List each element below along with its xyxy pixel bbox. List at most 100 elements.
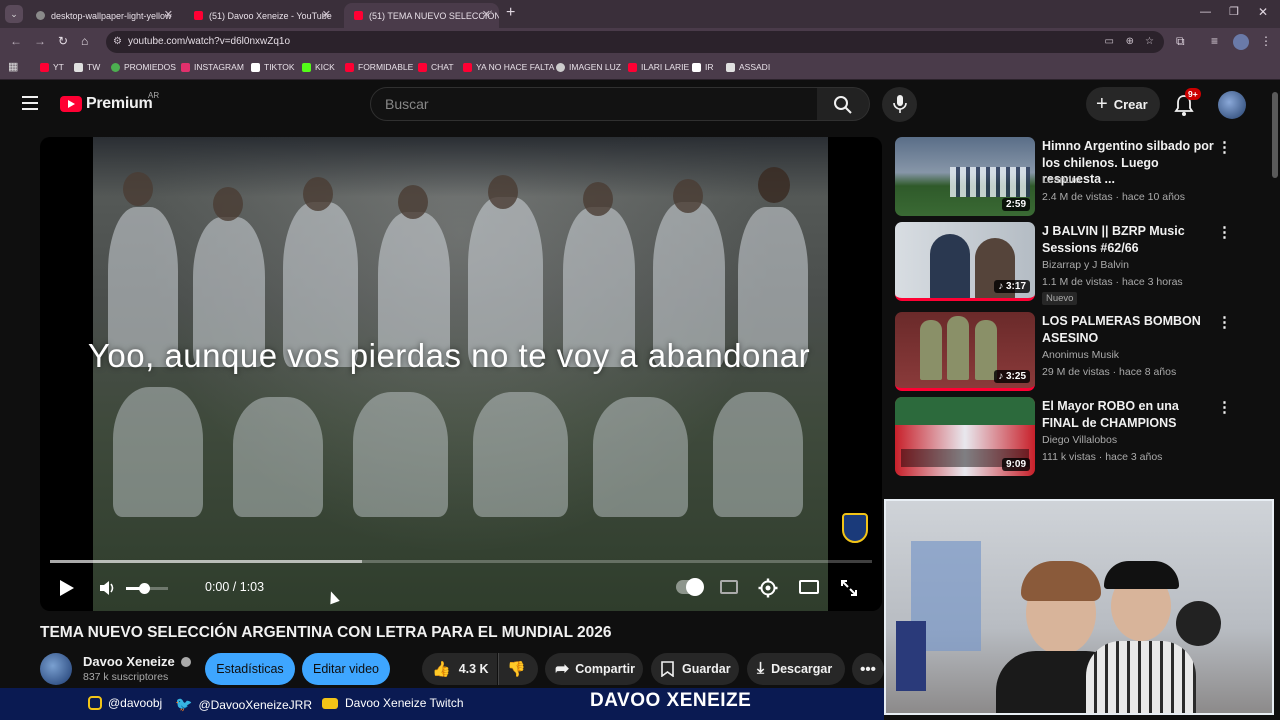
duration-badge: ♪ 3:25 xyxy=(994,370,1030,383)
minimize-icon[interactable]: — xyxy=(1200,6,1211,18)
voice-search-button[interactable] xyxy=(882,87,917,122)
recommended-video[interactable]: ♪ 3:25 LOS PALMERAS BOMBON ASESINO Anoni… xyxy=(895,312,1265,392)
tab-youtube-video[interactable]: (51) TEMA NUEVO SELECCIÓN ✕ xyxy=(344,3,499,28)
bookmark-chat[interactable]: CHAT xyxy=(418,62,454,72)
profile-avatar[interactable] xyxy=(1233,34,1249,50)
video-meta: 1.1 M de vistas · hace 3 horas xyxy=(1042,276,1183,288)
volume-icon[interactable] xyxy=(98,579,118,597)
menu-icon[interactable]: ⋮ xyxy=(1260,34,1272,48)
volume-slider[interactable] xyxy=(126,583,168,594)
mk-icon xyxy=(692,62,701,72)
bookmark-kick[interactable]: KICK xyxy=(302,62,335,72)
volume-handle[interactable] xyxy=(139,583,150,594)
address-bar[interactable]: ⚙ youtube.com/watch?v=d6l0nxwZq1o ▭ ⊕ ☆ xyxy=(106,31,1164,53)
more-options-icon[interactable]: ⋮ xyxy=(1217,313,1232,331)
bookmark-assadi[interactable]: ASSADI xyxy=(726,62,770,72)
play-icon[interactable] xyxy=(59,579,75,597)
new-tab-button[interactable]: + xyxy=(506,4,515,22)
zoom-icon[interactable]: ⊕ xyxy=(1126,31,1134,53)
bookmark-ya-no-hace-falta[interactable]: YA NO HACE FALTA xyxy=(463,62,554,72)
back-icon[interactable]: ← xyxy=(10,34,22,48)
save-button[interactable]: Guardar xyxy=(651,653,739,685)
more-options-icon[interactable]: ⋮ xyxy=(1217,138,1232,156)
video-thumbnail: ♪ 3:25 xyxy=(895,312,1035,391)
settings-gear-icon[interactable] xyxy=(758,578,778,598)
channel-avatar[interactable] xyxy=(40,653,72,685)
video-title[interactable]: J BALVIN || BZRP Music Sessions #62/66 xyxy=(1042,223,1217,256)
instagram-icon xyxy=(88,696,102,710)
twitch-handle: Davoo Xeneize Twitch xyxy=(322,696,464,710)
edit-video-button[interactable]: Editar video xyxy=(302,653,390,685)
statistics-button[interactable]: Estadísticas xyxy=(205,653,295,685)
dislike-button[interactable]: 👎 xyxy=(498,653,538,685)
tab-wallpaper[interactable]: desktop-wallpaper-light-yellow ✕ xyxy=(26,3,181,28)
new-badge: Nuevo xyxy=(1042,292,1078,305)
youtube-icon xyxy=(322,697,338,709)
instagram-handle: @davoobj xyxy=(88,696,162,710)
video-title[interactable]: El Mayor ROBO en una FINAL de CHAMPIONS xyxy=(1042,398,1217,431)
forward-icon[interactable]: → xyxy=(34,34,46,48)
channel-name[interactable]: Leandro xyxy=(1042,174,1081,186)
bookmark-ilari-larie[interactable]: ILARI LARIE xyxy=(628,62,689,72)
notifications-button[interactable]: 9+ xyxy=(1172,88,1201,116)
video-player[interactable]: Yoo, aunque vos pierdas no te voy a aban… xyxy=(40,137,882,611)
video-thumbnail: 9:09 xyxy=(895,397,1035,476)
autoplay-toggle[interactable] xyxy=(676,578,704,596)
more-actions-button[interactable]: ••• xyxy=(852,653,884,685)
hamburger-menu-icon[interactable] xyxy=(22,96,38,110)
subtitles-icon[interactable] xyxy=(720,580,738,594)
channel-name[interactable]: Davoo Xeneize xyxy=(83,654,192,669)
bookmark-promiedos[interactable]: PROMIEDOS xyxy=(111,62,176,72)
bookmark-tw[interactable]: TW xyxy=(74,62,100,72)
create-button[interactable]: + Crear xyxy=(1086,87,1160,121)
recommended-video[interactable]: 2:59 Himno Argentino silbado por los chi… xyxy=(895,137,1265,217)
media-icon[interactable]: ≡ xyxy=(1211,34,1218,48)
bookmark-yt[interactable]: YT xyxy=(40,62,64,72)
scrollbar-thumb[interactable] xyxy=(1272,92,1278,178)
download-button[interactable]: ⤓ Descargar xyxy=(747,653,845,685)
video-title[interactable]: LOS PALMERAS BOMBON ASESINO xyxy=(1042,313,1217,346)
bookmark-star-icon[interactable]: ☆ xyxy=(1145,31,1154,53)
more-options-icon[interactable]: ⋮ xyxy=(1217,223,1232,241)
theater-mode-icon[interactable] xyxy=(799,580,819,594)
restore-icon[interactable]: ❐ xyxy=(1229,5,1239,18)
youtube-play-logo-icon xyxy=(60,96,82,112)
cast-icon[interactable]: ▭ xyxy=(1105,31,1114,53)
like-button[interactable]: 👍 4.3 K xyxy=(422,653,497,685)
tiktok-icon xyxy=(251,62,260,72)
close-window-icon[interactable]: ✕ xyxy=(1258,5,1268,19)
home-icon[interactable]: ⌂ xyxy=(81,34,88,48)
more-options-icon[interactable]: ⋮ xyxy=(1217,398,1232,416)
youtube-icon xyxy=(463,62,472,72)
subscriber-count: 837 k suscriptores xyxy=(83,671,169,683)
bookmark-formidable[interactable]: FORMIDABLE xyxy=(345,62,413,72)
search-button[interactable] xyxy=(817,87,870,121)
fullscreen-icon[interactable] xyxy=(840,579,858,597)
channel-name[interactable]: Bizarrap y J Balvin xyxy=(1042,259,1129,271)
youtube-logo[interactable]: Premium AR xyxy=(60,91,159,113)
bookmark-ir[interactable]: IR xyxy=(692,62,714,72)
recommended-video[interactable]: ♪ 3:17 J BALVIN || BZRP Music Sessions #… xyxy=(895,222,1265,305)
time-display: 0:00 / 1:03 xyxy=(205,580,265,594)
channel-name[interactable]: Diego Villalobos xyxy=(1042,434,1117,446)
channel-name[interactable]: Anonimus Musik xyxy=(1042,349,1119,361)
tab-search-button[interactable]: ⌄ xyxy=(5,5,23,23)
x-icon xyxy=(74,62,83,72)
bookmark-instagram[interactable]: INSTAGRAM xyxy=(181,62,244,72)
close-tab-icon[interactable]: ✕ xyxy=(164,8,173,21)
recommended-video[interactable]: 9:09 El Mayor ROBO en una FINAL de CHAMP… xyxy=(895,397,1265,477)
reload-icon[interactable]: ↻ xyxy=(58,34,68,48)
close-tab-icon[interactable]: ✕ xyxy=(322,8,331,21)
apps-icon[interactable]: ▦ xyxy=(8,60,18,73)
tab-youtube-channel[interactable]: (51) Davoo Xeneize - YouTube ✕ xyxy=(184,3,339,28)
extensions-icon[interactable]: ⧉ xyxy=(1176,34,1185,49)
account-avatar[interactable] xyxy=(1218,91,1246,119)
bookmark-imagen-luz[interactable]: IMAGEN LUZ xyxy=(556,62,621,72)
search-input[interactable]: Buscar xyxy=(370,87,818,121)
close-tab-icon[interactable]: ✕ xyxy=(482,8,491,21)
duration-badge: ♪ 3:17 xyxy=(994,280,1030,293)
verified-icon xyxy=(181,657,192,667)
site-info-icon[interactable]: ⚙ xyxy=(113,31,122,53)
bookmark-tiktok[interactable]: TIKTOK xyxy=(251,62,295,72)
share-button[interactable]: ➦ Compartir xyxy=(545,653,643,685)
